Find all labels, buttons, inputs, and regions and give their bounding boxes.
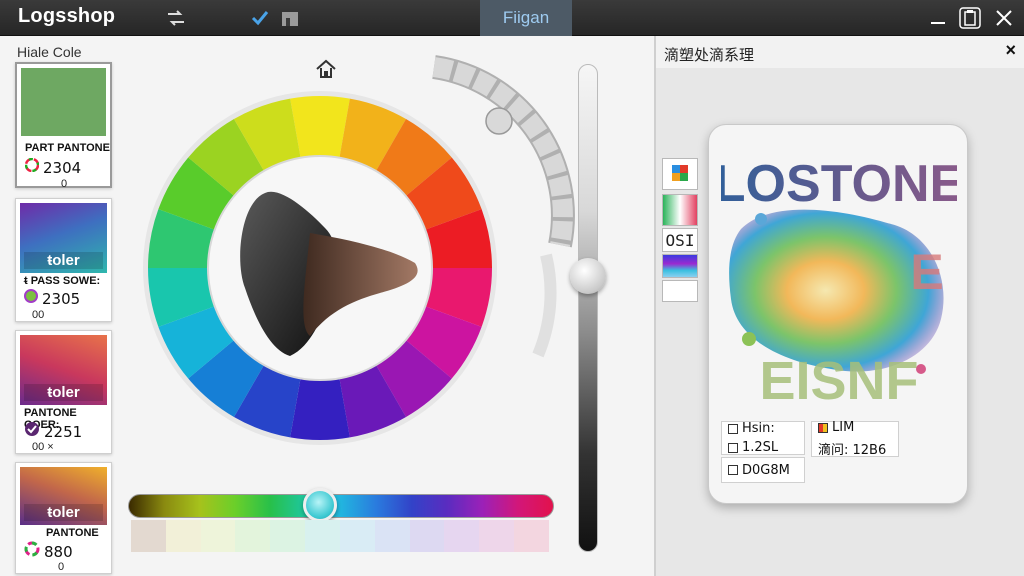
swatch-color: ŧoler <box>20 203 107 273</box>
value-slider-knob[interactable] <box>570 258 606 294</box>
swatch-code-row: 880 <box>24 541 73 562</box>
swatch-foot: 00 × <box>32 441 54 453</box>
check-circle-icon <box>24 421 40 442</box>
preview-line-1: LOSTONE <box>721 155 957 213</box>
swatch-card[interactable]: ŧoler PANTONE COER: 2251 00 × <box>15 330 112 454</box>
spectrum-icon[interactable] <box>662 254 698 278</box>
wheel-segment[interactable] <box>290 96 350 158</box>
color-ring-icon <box>24 541 40 562</box>
info-row: 1.2SL <box>728 440 804 455</box>
swatch-color: ŧoler <box>20 467 107 525</box>
preview-panel-title: 滴塑处滴系理 <box>664 47 755 64</box>
tint-swatch[interactable] <box>479 520 515 552</box>
minimize-icon[interactable] <box>926 6 950 30</box>
tint-swatch[interactable] <box>409 520 445 552</box>
preview-artwork: LOSTONE E EISNF <box>721 155 957 411</box>
gradient-icon[interactable] <box>662 194 698 226</box>
swatch-code-row: 2305 <box>24 289 80 308</box>
tint-swatch[interactable] <box>270 520 306 552</box>
swatch-foot: 0 <box>58 561 65 573</box>
preview-panel-header: 滴塑处滴系理 × <box>656 36 1024 68</box>
swatch-color-text: ŧoler <box>24 384 103 401</box>
info-box-left-bottom: D0G8M <box>721 457 805 483</box>
info-value: 滴问: 12В6 <box>818 443 887 458</box>
swatch-code: 2304 <box>43 158 82 177</box>
preview-line-2: E <box>910 244 943 300</box>
blank-swatch[interactable] <box>662 280 698 302</box>
swatch-name: ᵵ PASS SOWE: <box>24 275 101 287</box>
swatch-card[interactable]: PART PANTONE 2304 0 <box>15 62 112 190</box>
close-icon[interactable] <box>992 6 1016 30</box>
value-slider-track[interactable] <box>578 64 598 552</box>
tint-swatch[interactable] <box>514 520 549 552</box>
info-value: 1.2SL <box>742 440 779 455</box>
close-panel-icon[interactable]: × <box>1005 40 1016 61</box>
swatch-color: ŧoler <box>20 335 107 405</box>
wheel-segment[interactable] <box>290 378 350 440</box>
swap-arrows-icon[interactable] <box>165 7 187 29</box>
arc-slider[interactable] <box>420 55 580 375</box>
preview-card[interactable]: LOSTONE E EISNF Hsin: 1.2SL D0G8M LIM 滴问… <box>708 124 968 504</box>
home-icon[interactable] <box>314 58 338 80</box>
info-lim: LIM <box>832 420 855 435</box>
hue-slider-knob[interactable] <box>303 488 337 522</box>
osi-button[interactable]: OSI <box>662 228 698 252</box>
info-square-icon <box>728 465 738 475</box>
info-square-icon <box>728 423 738 434</box>
swatch-foot: 00 <box>32 309 45 321</box>
info-row: Hsin: <box>728 421 804 436</box>
info-box-left-top: Hsin: 1.2SL <box>721 421 805 455</box>
swatch-code: 2251 <box>44 422 83 441</box>
tab-fiigan[interactable]: Fiigan <box>480 0 572 36</box>
color-dot-icon <box>24 289 38 308</box>
hue-slider-track[interactable] <box>128 494 554 518</box>
store-icon[interactable] <box>279 7 301 29</box>
tint-swatch[interactable] <box>200 520 236 552</box>
swatch-name: PART PANTONE <box>25 142 110 154</box>
clipboard-icon[interactable] <box>958 6 982 30</box>
tint-swatch-row[interactable] <box>131 520 549 552</box>
info-row: 滴问: 12В6 <box>818 439 898 458</box>
info-square-icon <box>728 442 738 453</box>
flag-icon <box>818 422 828 433</box>
swatch-foot: 0 <box>61 178 68 190</box>
tint-swatch[interactable] <box>444 520 480 552</box>
info-hsin: Hsin: <box>742 421 775 436</box>
swatch-color-text: ŧoler <box>24 252 103 269</box>
title-bar: Logsshop Fiigan <box>0 0 1024 36</box>
color-wheel-icon <box>24 157 40 177</box>
info-row: D0G8M <box>728 463 804 478</box>
tint-swatch[interactable] <box>305 520 340 552</box>
swatch-color <box>21 68 106 136</box>
check-icon[interactable] <box>249 7 271 29</box>
swatch-code: 2305 <box>42 289 81 308</box>
swatch-code-row: 2304 <box>24 157 82 177</box>
swatch-code-row: 2251 <box>24 421 82 442</box>
tint-swatch[interactable] <box>235 520 271 552</box>
info-value: D0G8M <box>742 462 790 478</box>
swatch-panel-label: Hiale Cole <box>17 44 82 60</box>
swatch-name: PANTONE <box>46 527 99 539</box>
info-box-right: LIM 滴问: 12В6 <box>811 420 899 458</box>
swatch-card[interactable]: ŧoler PANTONE 880 0 <box>15 462 112 574</box>
arc-slider-knob[interactable] <box>485 107 513 135</box>
info-row: LIM <box>818 420 898 435</box>
palette-icon[interactable] <box>662 158 698 190</box>
tint-swatch[interactable] <box>131 520 166 552</box>
tint-swatch[interactable] <box>339 520 375 552</box>
preview-line-3: EISNF <box>759 351 918 411</box>
swatch-code: 880 <box>44 542 73 561</box>
app-title: Logsshop <box>18 5 116 27</box>
swatch-card[interactable]: ŧoler ᵵ PASS SOWE: 2305 00 <box>15 198 112 322</box>
swatch-color-text: ŧoler <box>24 504 103 521</box>
tint-swatch[interactable] <box>165 520 201 552</box>
tint-swatch[interactable] <box>374 520 410 552</box>
